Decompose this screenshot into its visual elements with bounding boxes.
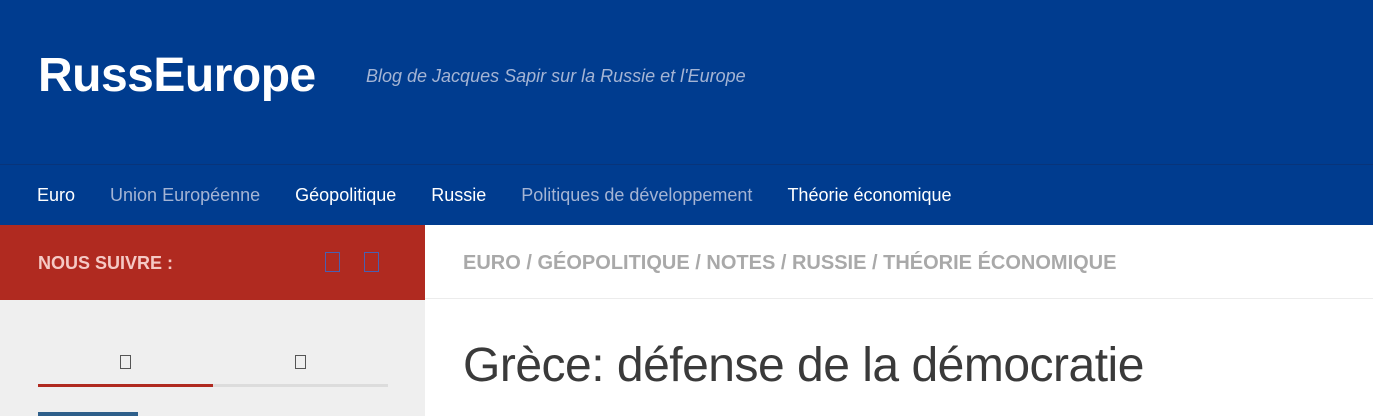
breadcrumb-item-russie[interactable]: Russie: [792, 252, 866, 274]
breadcrumb-separator: /: [775, 252, 792, 274]
sidebar-tab-2-icon[interactable]: [295, 355, 306, 369]
site-header: RussEurope Blog de Jacques Sapir sur la …: [0, 0, 1373, 164]
breadcrumb-separator: /: [520, 252, 538, 274]
main-nav: Euro Union Européenne Géopolitique Russi…: [0, 164, 1373, 225]
social-icon-2[interactable]: [364, 252, 379, 272]
nav-item-theorie-economique[interactable]: Théorie économique: [787, 183, 951, 207]
breadcrumb: Euro / Géopolitique / Notes / Russie / T…: [463, 251, 1116, 275]
sidebar-tab-1-icon[interactable]: [120, 355, 131, 369]
breadcrumb-item-theorie-economique[interactable]: Théorie économique: [883, 252, 1116, 274]
follow-label: NOUS SUIVRE :: [38, 253, 174, 273]
breadcrumb-separator: /: [866, 252, 884, 274]
sidebar: [0, 300, 425, 416]
nav-item-union-europeenne[interactable]: Union Européenne: [110, 183, 260, 207]
nav-item-russie[interactable]: Russie: [431, 183, 486, 207]
nav-item-geopolitique[interactable]: Géopolitique: [295, 183, 396, 207]
sidebar-thumbnail[interactable]: [38, 412, 138, 416]
breadcrumb-bar: Euro / Géopolitique / Notes / Russie / T…: [425, 225, 1373, 299]
site-title-link[interactable]: RussEurope: [38, 46, 316, 106]
breadcrumb-item-euro[interactable]: Euro: [463, 252, 521, 274]
nav-item-euro[interactable]: Euro: [37, 183, 75, 207]
post-title: Grèce: défense de la démocratie: [463, 339, 1144, 392]
sidebar-tab-active-indicator: [38, 384, 213, 387]
main-nav-list: Euro Union Européenne Géopolitique Russi…: [0, 165, 1373, 225]
breadcrumb-item-notes[interactable]: Notes: [706, 252, 775, 274]
follow-bar: NOUS SUIVRE :: [0, 225, 425, 300]
breadcrumb-separator: /: [689, 252, 707, 274]
nav-item-politiques-de-developpement[interactable]: Politiques de développement: [521, 183, 752, 207]
site-tagline: Blog de Jacques Sapir sur la Russie et l…: [366, 66, 746, 86]
breadcrumb-item-geopolitique[interactable]: Géopolitique: [537, 252, 689, 274]
social-icon-1[interactable]: [325, 252, 340, 272]
